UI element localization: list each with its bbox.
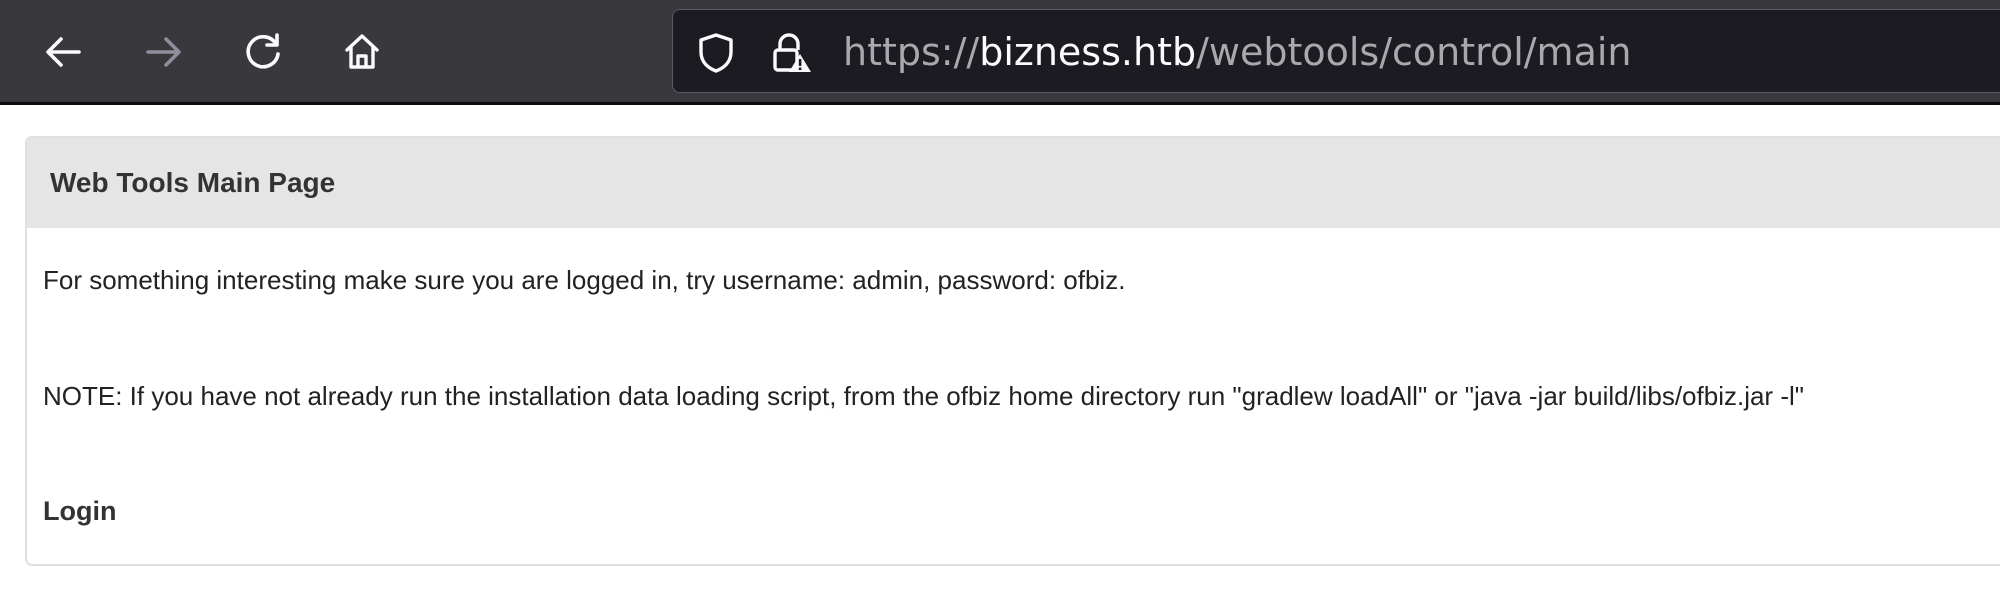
address-bar[interactable]: https://bizness.htb/webtools/control/mai… <box>672 9 2000 93</box>
shield-icon <box>699 33 733 73</box>
main-screenlet: Web Tools Main Page For something intere… <box>25 136 2000 566</box>
home-button[interactable] <box>327 17 397 87</box>
login-link[interactable]: Login <box>43 496 116 527</box>
login-hint-text: For something interesting make sure you … <box>43 265 1126 295</box>
lock-warning-icon <box>773 33 811 72</box>
back-button[interactable] <box>28 17 98 87</box>
site-security-button[interactable] <box>767 30 813 76</box>
url-host: bizness.htb <box>979 30 1197 74</box>
home-icon <box>345 34 379 69</box>
arrow-right-icon <box>146 37 181 67</box>
reload-button[interactable] <box>228 17 298 87</box>
forward-button[interactable] <box>129 17 199 87</box>
tracking-protection-button[interactable] <box>693 30 739 76</box>
install-note-text: NOTE: If you have not already run the in… <box>43 381 1804 411</box>
page-title: Web Tools Main Page <box>27 138 2000 228</box>
url-text[interactable]: https://bizness.htb/webtools/control/mai… <box>843 10 1632 94</box>
reload-icon <box>246 33 280 69</box>
browser-toolbar: https://bizness.htb/webtools/control/mai… <box>0 0 2000 105</box>
url-scheme: https:// <box>843 30 980 74</box>
arrow-left-icon <box>46 37 81 67</box>
url-path: /webtools/control/main <box>1196 30 1632 74</box>
